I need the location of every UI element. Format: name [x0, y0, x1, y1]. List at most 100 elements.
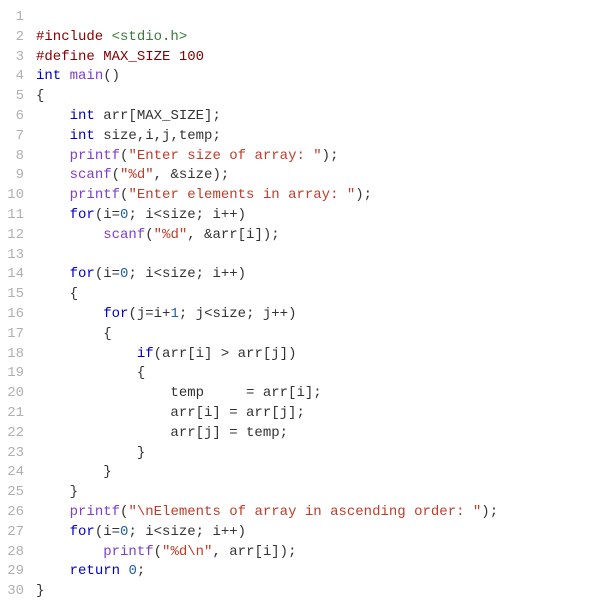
code-line-content: printf("\nElements of array in ascending…	[36, 503, 498, 523]
token-plain: , arr[i]);	[212, 544, 296, 560]
line-number: 9	[0, 166, 24, 186]
token-string: "Enter size of array: "	[128, 148, 321, 164]
code-line-content: }	[36, 444, 145, 464]
code-line-content: #include <stdio.h>	[36, 28, 187, 48]
code-line	[36, 246, 610, 266]
code-line: for(j=i+1; j<size; j++)	[36, 305, 610, 325]
line-number-gutter: 1234567891011121314151617181920212223242…	[0, 8, 36, 602]
token-plain	[36, 563, 70, 579]
code-line: {	[36, 87, 610, 107]
code-line: scanf("%d", &arr[i]);	[36, 226, 610, 246]
token-plain	[36, 148, 70, 164]
code-line: }	[36, 463, 610, 483]
code-line: arr[i] = arr[j];	[36, 404, 610, 424]
code-line-content: int arr[MAX_SIZE];	[36, 107, 221, 127]
code-line: for(i=0; i<size; i++)	[36, 206, 610, 226]
token-plain: (i=	[95, 266, 120, 282]
code-line-content: for(j=i+1; j<size; j++)	[36, 305, 296, 325]
code-line: {	[36, 285, 610, 305]
code-line-content: {	[36, 285, 78, 305]
line-number: 3	[0, 48, 24, 68]
token-plain: arr[i] = arr[j];	[36, 405, 305, 421]
token-plain: );	[481, 504, 498, 520]
token-plain: );	[322, 148, 339, 164]
token-keyword: for	[70, 207, 95, 223]
code-line-content: }	[36, 463, 112, 483]
code-line-content: {	[36, 364, 145, 384]
code-line: arr[j] = temp;	[36, 424, 610, 444]
code-line-content: for(i=0; i<size; i++)	[36, 206, 246, 226]
code-line: {	[36, 364, 610, 384]
token-string: "Enter elements in array: "	[128, 187, 355, 203]
token-plain: ; j<size; j++)	[179, 306, 297, 322]
code-line-content: printf("%d\n", arr[i]);	[36, 543, 296, 563]
token-plain: ;	[137, 563, 145, 579]
code-line-content: for(i=0; i<size; i++)	[36, 523, 246, 543]
token-plain	[36, 544, 103, 560]
line-number: 6	[0, 107, 24, 127]
code-editor: 1234567891011121314151617181920212223242…	[0, 8, 610, 602]
code-line: }	[36, 483, 610, 503]
token-plain	[36, 108, 70, 124]
token-string: "%d"	[154, 227, 188, 243]
token-plain: arr[MAX_SIZE];	[95, 108, 221, 124]
token-plain: temp = arr[i];	[36, 385, 322, 401]
code-line: printf("\nElements of array in ascending…	[36, 503, 610, 523]
code-line	[36, 8, 610, 28]
line-number: 28	[0, 543, 24, 563]
code-line-content: arr[j] = temp;	[36, 424, 288, 444]
line-number: 18	[0, 345, 24, 365]
token-plain	[36, 227, 103, 243]
line-number: 10	[0, 186, 24, 206]
token-func: printf	[70, 148, 120, 164]
code-line-content: for(i=0; i<size; i++)	[36, 265, 246, 285]
code-line: printf("Enter size of array: ");	[36, 147, 610, 167]
code-line-content: }	[36, 483, 78, 503]
token-func: printf	[103, 544, 153, 560]
token-plain	[61, 68, 69, 84]
token-plain	[36, 266, 70, 282]
token-keyword: if	[137, 346, 154, 362]
code-line-content: {	[36, 325, 112, 345]
line-number: 5	[0, 87, 24, 107]
code-line-content: if(arr[i] > arr[j])	[36, 345, 296, 365]
code-content-area: #include <stdio.h>#define MAX_SIZE 100in…	[36, 8, 610, 602]
line-number: 17	[0, 325, 24, 345]
token-number: 0	[128, 563, 136, 579]
code-line: }	[36, 444, 610, 464]
code-line: }	[36, 582, 610, 602]
token-plain: {	[36, 88, 44, 104]
token-number: 1	[170, 306, 178, 322]
code-line-content: return 0;	[36, 562, 145, 582]
code-line-content: scanf("%d", &arr[i]);	[36, 226, 280, 246]
token-plain: (	[112, 167, 120, 183]
token-plain	[36, 187, 70, 203]
token-plain: , &size);	[154, 167, 230, 183]
code-line: return 0;	[36, 562, 610, 582]
token-plain: ; i<size; i++)	[128, 207, 246, 223]
line-number: 22	[0, 424, 24, 444]
token-plain: (i=	[95, 524, 120, 540]
token-type: int	[70, 108, 95, 124]
line-number: 7	[0, 127, 24, 147]
line-number: 1	[0, 8, 24, 28]
token-plain: , &arr[i]);	[187, 227, 279, 243]
token-func: scanf	[103, 227, 145, 243]
code-line: int main()	[36, 67, 610, 87]
line-number: 25	[0, 483, 24, 503]
token-func: printf	[70, 504, 120, 520]
code-line: for(i=0; i<size; i++)	[36, 265, 610, 285]
line-number: 29	[0, 562, 24, 582]
code-line: int size,i,j,temp;	[36, 127, 610, 147]
token-type: int	[70, 128, 95, 144]
token-plain: );	[355, 187, 372, 203]
token-plain: ; i<size; i++)	[128, 524, 246, 540]
code-line-content: printf("Enter size of array: ");	[36, 147, 338, 167]
token-keyword: for	[103, 306, 128, 322]
code-line: #define MAX_SIZE 100	[36, 48, 610, 68]
token-include: <stdio.h>	[112, 29, 188, 45]
token-plain: {	[36, 365, 145, 381]
token-plain	[36, 346, 137, 362]
line-number: 23	[0, 444, 24, 464]
code-line-content: printf("Enter elements in array: ");	[36, 186, 372, 206]
